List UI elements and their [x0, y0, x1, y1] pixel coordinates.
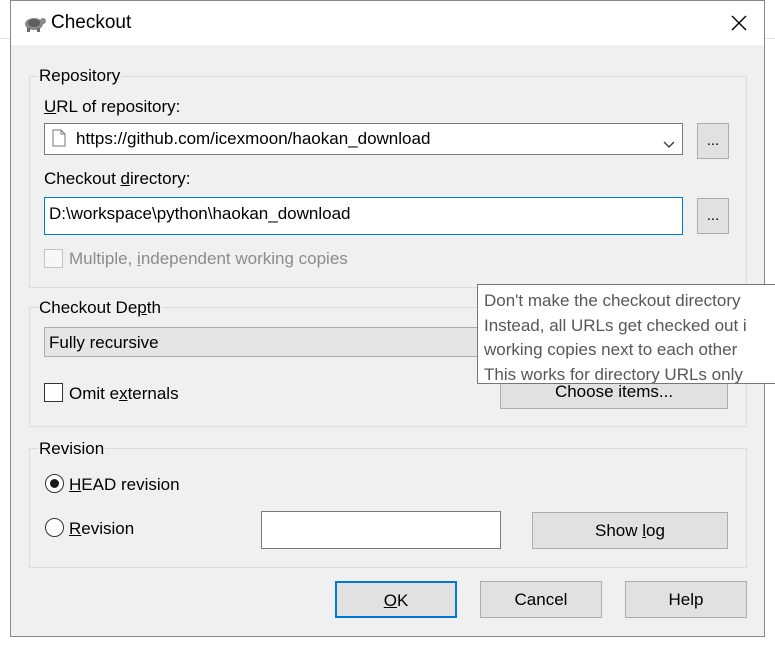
- url-label: URL of repository:: [44, 97, 181, 116]
- checkout-depth-value: Fully recursive: [49, 333, 159, 352]
- tooltip-line: working copies next to each other: [484, 340, 738, 359]
- head-revision-label: HEAD revision: [69, 475, 180, 494]
- revision-group-label: Revision: [38, 439, 106, 459]
- multiple-copies-label: Multiple, independent working copies: [69, 249, 348, 268]
- checkout-directory-label: Checkout directory:: [44, 169, 191, 188]
- multiple-copies-checkbox[interactable]: [44, 249, 63, 268]
- revision-label: Revision: [69, 519, 135, 538]
- chevron-down-icon[interactable]: [663, 134, 675, 154]
- ok-button[interactable]: OK: [335, 581, 457, 618]
- omit-externals-label: Omit externals: [69, 384, 179, 403]
- show-log-button[interactable]: Show log: [532, 512, 728, 549]
- tortoise-icon: [23, 12, 47, 34]
- file-icon: [52, 129, 66, 152]
- tooltip-line: Don't make the checkout directory: [484, 291, 741, 310]
- tooltip-line: Instead, all URLs get checked out i: [484, 315, 747, 335]
- window-title: Checkout: [51, 12, 132, 33]
- head-revision-radio[interactable]: [45, 474, 64, 493]
- close-button[interactable]: [714, 1, 764, 45]
- browse-directory-button[interactable]: ...: [697, 198, 729, 234]
- revision-group: [29, 448, 747, 568]
- repository-group-label: Repository: [38, 66, 122, 86]
- omit-externals-checkbox[interactable]: [44, 383, 63, 402]
- multiple-copies-tooltip: Don't make the checkout directory Instea…: [477, 284, 775, 384]
- checkout-depth-group-label: Checkout Depth: [38, 298, 162, 318]
- revision-input[interactable]: [261, 511, 501, 549]
- close-icon: [731, 15, 747, 31]
- url-value: https://github.com/icexmoon/haokan_downl…: [76, 129, 431, 148]
- title-bar: Checkout: [11, 1, 764, 45]
- help-button[interactable]: Help: [625, 581, 747, 618]
- tooltip-line: This works for directory URLs only: [484, 364, 743, 384]
- revision-radio[interactable]: [45, 518, 64, 537]
- browse-url-button[interactable]: ...: [697, 123, 729, 159]
- checkout-directory-value: D:\workspace\python\haokan_download: [49, 204, 351, 223]
- checkout-directory-input[interactable]: D:\workspace\python\haokan_download: [44, 197, 683, 235]
- cancel-button[interactable]: Cancel: [480, 581, 602, 618]
- checkout-depth-select[interactable]: Fully recursive: [44, 327, 528, 357]
- url-combobox[interactable]: https://github.com/icexmoon/haokan_downl…: [44, 123, 683, 155]
